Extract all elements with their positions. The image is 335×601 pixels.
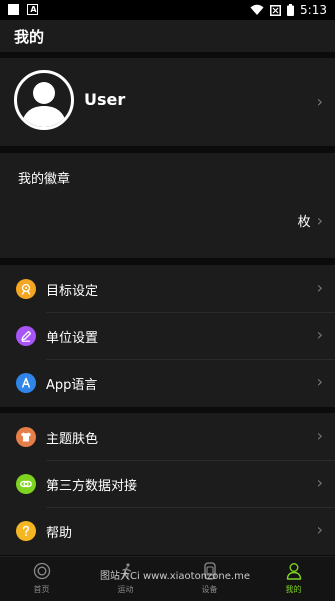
sim-icon bbox=[270, 4, 282, 16]
menu-item-label: 目标设定 bbox=[46, 284, 99, 299]
target-icon bbox=[16, 279, 36, 299]
chevron-right-icon: › bbox=[316, 325, 323, 344]
question-icon bbox=[16, 521, 36, 541]
profile-card[interactable]: User › bbox=[0, 58, 335, 146]
menu-item-goal-setting[interactable]: 目标设定 › bbox=[0, 265, 335, 312]
badge-title: 我的徽章 bbox=[18, 172, 71, 187]
menu-group-misc: 主题肤色 › 第三方数据对接 › 帮助 › bbox=[0, 413, 335, 555]
watermark: 图站大Ci www.xiaotonzone.me bbox=[100, 571, 250, 582]
avatar[interactable] bbox=[14, 70, 74, 130]
chevron-right-icon: › bbox=[316, 278, 323, 297]
page-title: 我的 bbox=[14, 28, 45, 46]
chevron-right-icon: › bbox=[316, 426, 323, 445]
user-name: User bbox=[84, 90, 126, 109]
menu-item-third-party-data[interactable]: 第三方数据对接 › bbox=[0, 460, 335, 507]
menu-item-theme-color[interactable]: 主题肤色 › bbox=[0, 413, 335, 460]
badge-unit: 枚 bbox=[297, 215, 311, 230]
home-icon bbox=[33, 562, 51, 580]
page-header: 我的 bbox=[0, 20, 335, 52]
shirt-icon bbox=[16, 427, 36, 447]
chevron-right-icon: › bbox=[316, 473, 323, 492]
app-notification-icon: A bbox=[27, 4, 38, 15]
badge-card[interactable]: 我的徽章 枚 › bbox=[0, 153, 335, 258]
nav-label: 首页 bbox=[33, 585, 50, 594]
badge-count[interactable]: 枚 › bbox=[298, 211, 323, 230]
nav-label: 我的 bbox=[285, 585, 302, 594]
menu-item-help[interactable]: 帮助 › bbox=[0, 507, 335, 554]
chevron-right-icon: › bbox=[316, 520, 323, 539]
menu-item-label: App语言 bbox=[46, 378, 98, 393]
chevron-right-icon: › bbox=[316, 372, 323, 391]
status-time: 5:13 bbox=[300, 3, 327, 17]
nav-item-mine[interactable]: 我的 bbox=[252, 557, 335, 601]
notification-icon bbox=[8, 4, 19, 15]
link-icon bbox=[16, 474, 36, 494]
menu-item-label: 主题肤色 bbox=[46, 432, 99, 447]
status-bar: A 5:13 bbox=[0, 0, 335, 20]
chevron-right-icon: › bbox=[316, 210, 323, 230]
chevron-right-icon: › bbox=[316, 92, 323, 111]
pencil-icon bbox=[16, 326, 36, 346]
menu-item-label: 第三方数据对接 bbox=[46, 479, 138, 494]
menu-item-label: 单位设置 bbox=[46, 331, 99, 346]
nav-label: 运动 bbox=[117, 585, 134, 594]
language-a-icon bbox=[16, 373, 36, 393]
menu-item-app-language[interactable]: App语言 › bbox=[0, 359, 335, 406]
nav-item-home[interactable]: 首页 bbox=[0, 557, 83, 601]
menu-item-unit-settings[interactable]: 单位设置 › bbox=[0, 312, 335, 359]
wifi-icon bbox=[250, 4, 264, 15]
menu-item-label: 帮助 bbox=[46, 526, 73, 541]
battery-icon bbox=[287, 4, 295, 16]
person-icon bbox=[286, 563, 302, 580]
user-silhouette-icon bbox=[21, 82, 67, 127]
menu-group-settings: 目标设定 › 单位设置 › App语言 › bbox=[0, 265, 335, 407]
nav-label: 设备 bbox=[201, 585, 218, 594]
